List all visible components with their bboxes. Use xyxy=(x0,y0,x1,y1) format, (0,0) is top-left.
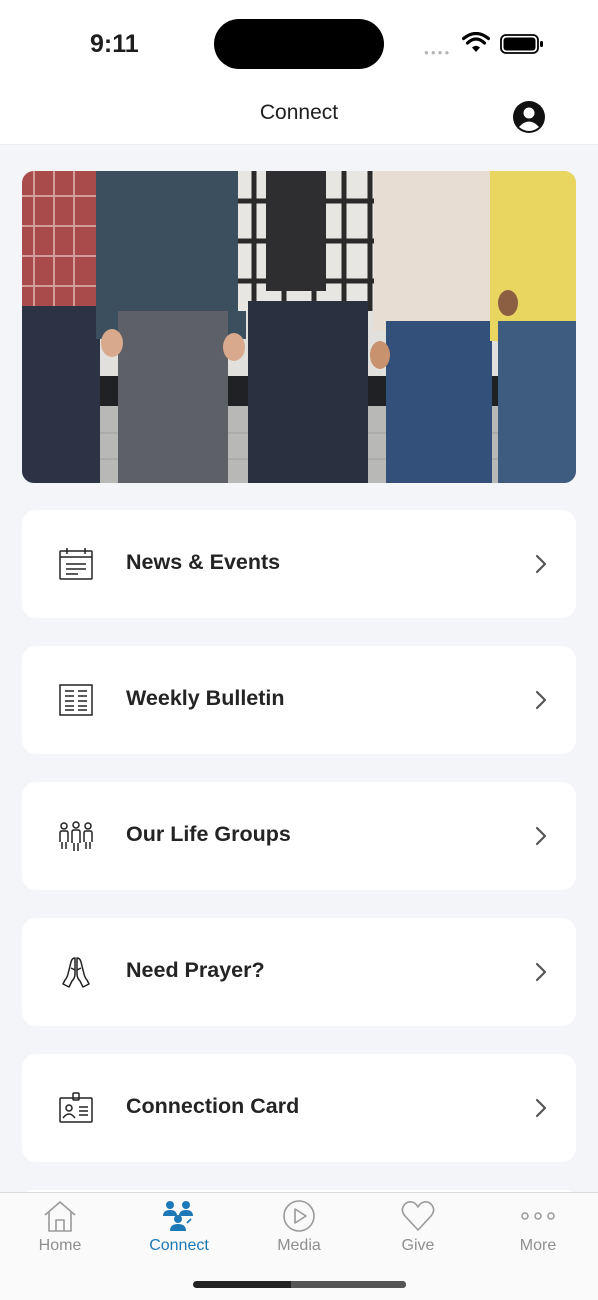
dynamic-island xyxy=(214,19,384,69)
connect-people-icon xyxy=(163,1201,193,1231)
praying-hands-icon xyxy=(62,957,90,988)
menu-item-label: Connection Card xyxy=(126,1094,300,1118)
tab-give[interactable]: Give xyxy=(358,1199,478,1269)
id-card-icon xyxy=(59,1092,93,1123)
menu-item-need-prayer[interactable]: Need Prayer? xyxy=(22,918,576,1026)
chevron-right-icon xyxy=(535,554,547,574)
chevron-right-icon xyxy=(535,1098,547,1118)
home-indicator[interactable] xyxy=(193,1281,406,1288)
tab-media[interactable]: Media xyxy=(239,1199,359,1269)
more-dots-icon xyxy=(521,1212,555,1220)
heart-icon xyxy=(401,1201,435,1231)
tab-label: Give xyxy=(401,1237,435,1254)
tab-label: Connect xyxy=(149,1237,209,1254)
menu-item-news-events[interactable]: News & Events xyxy=(22,510,576,618)
tab-more[interactable]: More xyxy=(478,1199,598,1269)
menu-item-label: News & Events xyxy=(126,550,281,574)
status-bar: 9:11 ●●●● xyxy=(0,0,598,88)
menu-item-life-groups[interactable]: Our Life Groups xyxy=(22,782,576,890)
hero-image xyxy=(22,171,576,483)
signal-dots-icon: ●●●● xyxy=(424,48,452,57)
tab-connect[interactable]: Connect xyxy=(119,1199,239,1269)
play-icon xyxy=(283,1200,315,1232)
menu-item-label: Weekly Bulletin xyxy=(126,686,285,710)
battery-icon xyxy=(500,34,543,54)
tab-label: Media xyxy=(277,1237,321,1254)
profile-icon[interactable] xyxy=(512,100,546,134)
menu-item-label: Need Prayer? xyxy=(126,958,265,982)
nav-bar: Connect xyxy=(0,88,598,145)
page-title: Connect xyxy=(259,101,339,124)
chevron-right-icon xyxy=(535,962,547,982)
chevron-right-icon xyxy=(535,690,547,710)
menu-item-weekly-bulletin[interactable]: Weekly Bulletin xyxy=(22,646,576,754)
tab-label: Home xyxy=(38,1237,82,1254)
tab-label: More xyxy=(519,1237,557,1254)
menu-item-connection-card[interactable]: Connection Card xyxy=(22,1054,576,1162)
home-icon xyxy=(44,1201,76,1232)
menu-item-label: Our Life Groups xyxy=(126,822,291,846)
bulletin-icon xyxy=(59,684,93,716)
tab-home[interactable]: Home xyxy=(0,1199,120,1269)
people-group-icon xyxy=(59,821,93,851)
wifi-icon xyxy=(462,32,490,52)
status-time: 9:11 xyxy=(90,30,139,58)
connect-screen: 9:11 ●●●● Connect News & Events Weekly B… xyxy=(0,0,598,1300)
chevron-right-icon xyxy=(535,826,547,846)
calendar-news-icon xyxy=(59,548,93,580)
